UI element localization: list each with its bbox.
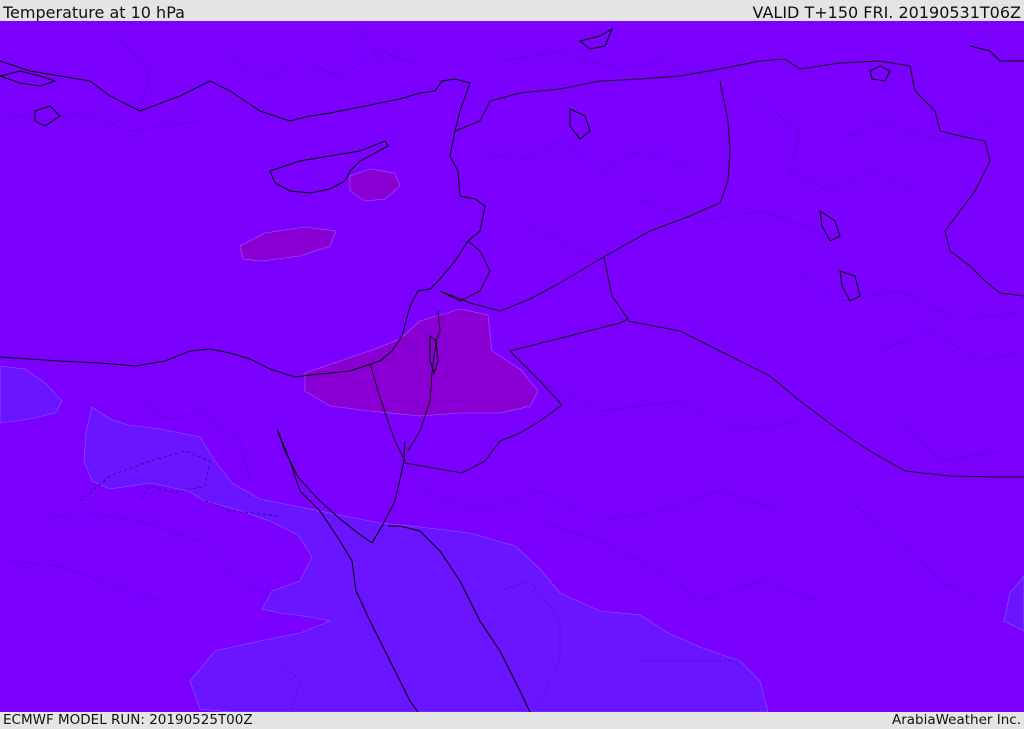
valid-time: VALID T+150 FRI. 20190531T06Z bbox=[752, 3, 1021, 22]
model-run: ECMWF MODEL RUN: 20190525T00Z bbox=[3, 712, 253, 728]
footer-bar: ECMWF MODEL RUN: 20190525T00Z ArabiaWeat… bbox=[0, 712, 1024, 729]
header-bar: Temperature at 10 hPa VALID T+150 FRI. 2… bbox=[0, 0, 1024, 22]
credit: ArabiaWeather Inc. bbox=[891, 712, 1021, 728]
temperature-map[interactable] bbox=[0, 21, 1024, 712]
map-title: Temperature at 10 hPa bbox=[3, 3, 185, 22]
